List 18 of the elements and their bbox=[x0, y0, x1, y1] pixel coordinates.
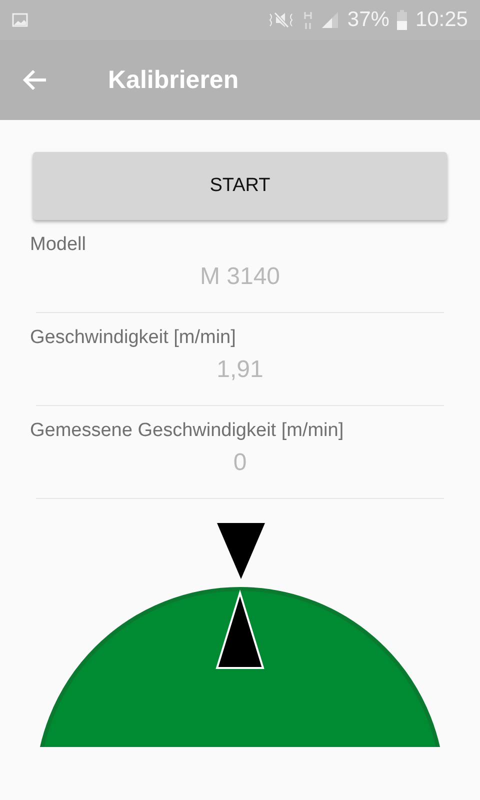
input-field[interactable]: 1,91 bbox=[36, 349, 444, 406]
pointer-icon bbox=[217, 523, 265, 579]
input-field[interactable]: 0 bbox=[36, 442, 444, 499]
back-arrow-icon bbox=[22, 69, 48, 91]
input-field[interactable]: M 3140 bbox=[36, 256, 444, 313]
page-title: Kalibrieren bbox=[108, 66, 239, 94]
field-label: Modell bbox=[30, 234, 87, 256]
battery-level: 37% bbox=[347, 8, 390, 32]
clock: 10:25 bbox=[415, 8, 468, 32]
start-button[interactable]: START bbox=[33, 152, 447, 220]
mute-icon bbox=[267, 10, 296, 30]
signal-icon bbox=[321, 11, 340, 29]
battery-icon bbox=[397, 10, 408, 30]
gallery-icon bbox=[12, 13, 28, 27]
field-label: Gemessene Geschwindigkeit [m/min] bbox=[30, 420, 345, 442]
network-icon bbox=[303, 10, 314, 30]
field-label: Geschwindigkeit [m/min] bbox=[30, 327, 237, 349]
needle-icon bbox=[216, 590, 264, 669]
